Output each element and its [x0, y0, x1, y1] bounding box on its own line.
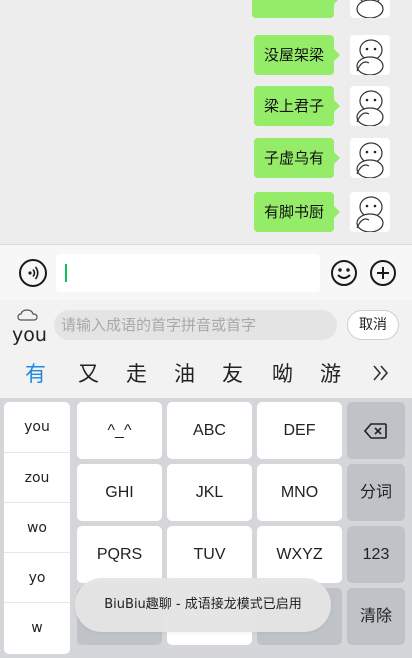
pinyin-composition: you	[12, 308, 52, 346]
avatar[interactable]	[350, 86, 390, 126]
avatar[interactable]	[350, 0, 390, 18]
key-tuv[interactable]: TUV	[167, 526, 252, 583]
message-bubble[interactable]: 梁上君子	[253, 86, 341, 126]
message-bubble[interactable]: 有脚书厨	[253, 192, 341, 232]
candidate-item[interactable]: 又	[78, 358, 99, 388]
candidate-item[interactable]: 有	[25, 358, 46, 388]
segment-button[interactable]: 分词	[347, 464, 405, 521]
voice-icon[interactable]	[19, 259, 47, 287]
candidate-item[interactable]: 油	[174, 358, 195, 388]
message-bubble[interactable]	[252, 0, 340, 18]
message-input[interactable]	[56, 254, 320, 292]
idiom-search-row: you 请输入成语的首字拼音或首字 取消	[0, 300, 412, 350]
key-jkl[interactable]: JKL	[167, 464, 252, 521]
key-wxyz[interactable]: WXYZ	[257, 526, 342, 583]
idiom-search-input[interactable]: 请输入成语的首字拼音或首字	[54, 310, 337, 340]
candidate-bar: 有 又 走 油 友 呦 游	[0, 350, 412, 398]
candidate-item[interactable]: 友	[222, 358, 243, 388]
key-pqrs[interactable]: PQRS	[77, 526, 162, 583]
candidate-item[interactable]: 游	[320, 358, 341, 388]
pinyin-text: you	[12, 324, 47, 346]
avatar[interactable]	[350, 192, 390, 232]
pinyin-option[interactable]: zou	[4, 452, 70, 502]
key-def[interactable]: DEF	[257, 402, 342, 459]
pinyin-option[interactable]: yo	[4, 552, 70, 602]
message-bubble[interactable]: 子虚乌有	[253, 138, 341, 178]
emoji-icon[interactable]	[330, 259, 358, 287]
key-mno[interactable]: MNO	[257, 464, 342, 521]
message-bubble[interactable]: 没屋架梁	[253, 35, 341, 75]
backspace-button[interactable]	[347, 402, 405, 459]
message-input-bar	[0, 244, 412, 300]
text-caret	[65, 264, 67, 282]
backspace-icon	[364, 423, 387, 439]
pinyin-option[interactable]: wo	[4, 502, 70, 552]
candidate-item[interactable]: 呦	[272, 358, 293, 388]
avatar[interactable]	[350, 35, 390, 75]
pinyin-option[interactable]: w	[4, 602, 70, 652]
key-ghi[interactable]: GHI	[77, 464, 162, 521]
key-abc[interactable]: ABC	[167, 402, 252, 459]
double-chevron-right-icon[interactable]	[370, 360, 392, 386]
cloud-icon	[17, 309, 38, 321]
pinyin-column: you zou wo yo w	[4, 402, 70, 654]
candidate-item[interactable]: 走	[126, 358, 147, 388]
toast-message: BiuBiu趣聊 - 成语接龙模式已启用	[75, 578, 331, 632]
plus-icon[interactable]	[369, 259, 397, 287]
key-emoticon[interactable]: ^_^	[77, 402, 162, 459]
chat-area: 没屋架梁 梁上君子 子虚乌有 有脚书厨	[0, 0, 412, 244]
pinyin-option[interactable]: you	[4, 402, 70, 452]
search-placeholder: 请输入成语的首字拼音或首字	[61, 316, 257, 334]
avatar[interactable]	[350, 138, 390, 178]
numbers-button[interactable]: 123	[347, 526, 405, 583]
clear-button[interactable]: 清除	[347, 588, 405, 645]
cancel-button[interactable]: 取消	[347, 310, 399, 340]
